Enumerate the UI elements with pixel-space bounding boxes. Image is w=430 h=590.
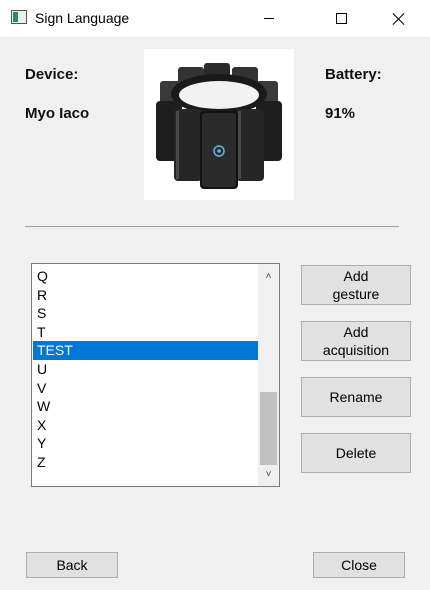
title-bar: Sign Language: [0, 0, 430, 37]
back-button[interactable]: Back: [26, 552, 118, 578]
divider: [25, 226, 399, 227]
maximize-button[interactable]: [318, 0, 364, 37]
list-item[interactable]: Q: [33, 267, 259, 286]
device-label: Device:: [25, 66, 79, 83]
scroll-thumb[interactable]: [260, 392, 277, 465]
list-scrollbar[interactable]: ˄ ˅: [258, 264, 279, 486]
scroll-down-button[interactable]: ˅: [258, 464, 279, 484]
device-image: [144, 49, 294, 200]
list-item[interactable]: T: [33, 323, 259, 342]
battery-value: 91%: [325, 105, 356, 122]
list-item[interactable]: Z: [33, 453, 259, 472]
list-item[interactable]: U: [33, 360, 259, 379]
close-icon: [393, 13, 405, 25]
minimize-button[interactable]: [246, 0, 292, 37]
chevron-up-icon: ˄: [265, 270, 272, 282]
add-acquisition-button[interactable]: Add acquisition: [301, 321, 411, 361]
device-name: Myo Iaco: [25, 105, 90, 122]
list-item[interactable]: Y: [33, 434, 259, 453]
list-item[interactable]: V: [33, 379, 259, 398]
list-item[interactable]: TEST: [33, 341, 259, 360]
close-button[interactable]: Close: [313, 552, 405, 578]
armband-icon: [156, 63, 282, 189]
list-item[interactable]: X: [33, 416, 259, 435]
minimize-icon: [264, 18, 274, 19]
list-item[interactable]: S: [33, 304, 259, 323]
battery-label: Battery:: [325, 66, 382, 83]
gesture-list: Q R S T TEST U V W X Y Z: [33, 267, 259, 472]
list-item[interactable]: W: [33, 397, 259, 416]
app-icon: [11, 10, 27, 24]
list-item[interactable]: R: [33, 286, 259, 305]
maximize-icon: [335, 13, 347, 24]
scroll-up-button[interactable]: ˄: [258, 266, 279, 286]
window-title: Sign Language: [35, 10, 130, 26]
gesture-listbox[interactable]: Q R S T TEST U V W X Y Z ˄ ˅: [31, 263, 280, 487]
add-gesture-button[interactable]: Add gesture: [301, 265, 411, 305]
close-window-button[interactable]: [376, 0, 422, 37]
chevron-down-icon: ˅: [265, 468, 272, 480]
rename-button[interactable]: Rename: [301, 377, 411, 417]
delete-button[interactable]: Delete: [301, 433, 411, 473]
